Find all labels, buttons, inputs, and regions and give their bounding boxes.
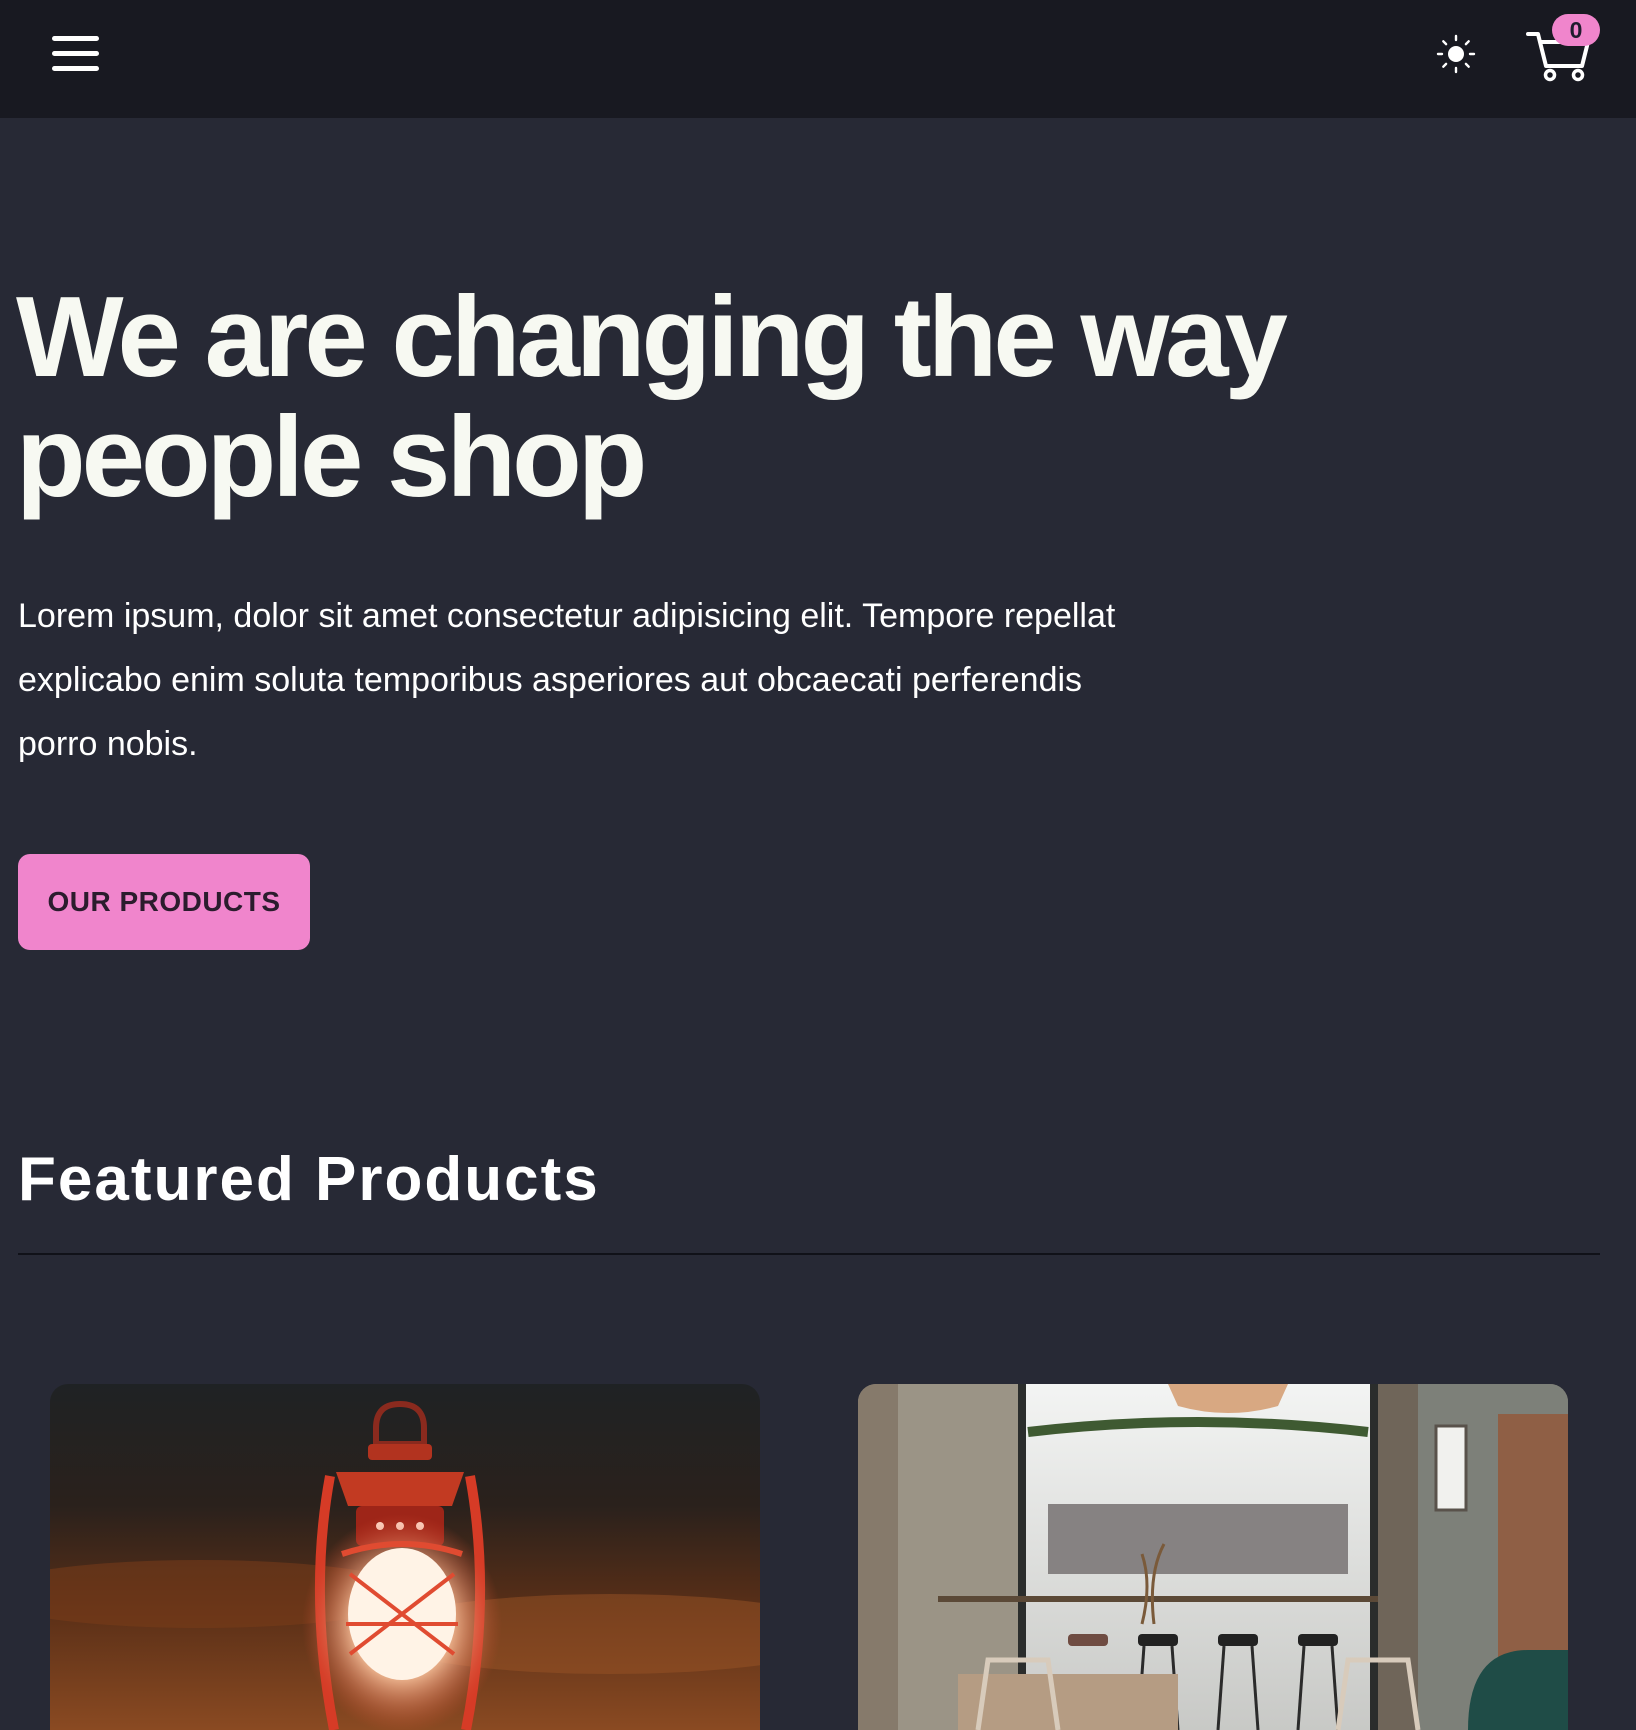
- section-divider: [18, 1253, 1600, 1255]
- our-products-button[interactable]: OUR PRODUCTS: [18, 854, 310, 950]
- red-lantern-image: [50, 1384, 760, 1730]
- hero-title: We are changing the way people shop: [16, 278, 1416, 518]
- hero-title-line-1: We are changing the way: [16, 274, 1288, 401]
- featured-products-title: Featured Products: [18, 1145, 600, 1214]
- menu-line: [52, 51, 99, 56]
- menu-line: [52, 36, 99, 41]
- cart-count-badge: 0: [1552, 14, 1600, 46]
- hero-description: Lorem ipsum, dolor sit amet consectetur …: [18, 597, 1116, 763]
- product-card[interactable]: [858, 1384, 1568, 1730]
- cafe-interior-image: [858, 1384, 1568, 1730]
- product-card[interactable]: [50, 1384, 760, 1730]
- menu-line: [52, 66, 99, 71]
- hero-title-line-2: people shop: [16, 394, 647, 521]
- sun-icon[interactable]: [1430, 30, 1482, 78]
- navbar: 0: [0, 0, 1636, 118]
- hamburger-menu-icon[interactable]: [40, 24, 110, 84]
